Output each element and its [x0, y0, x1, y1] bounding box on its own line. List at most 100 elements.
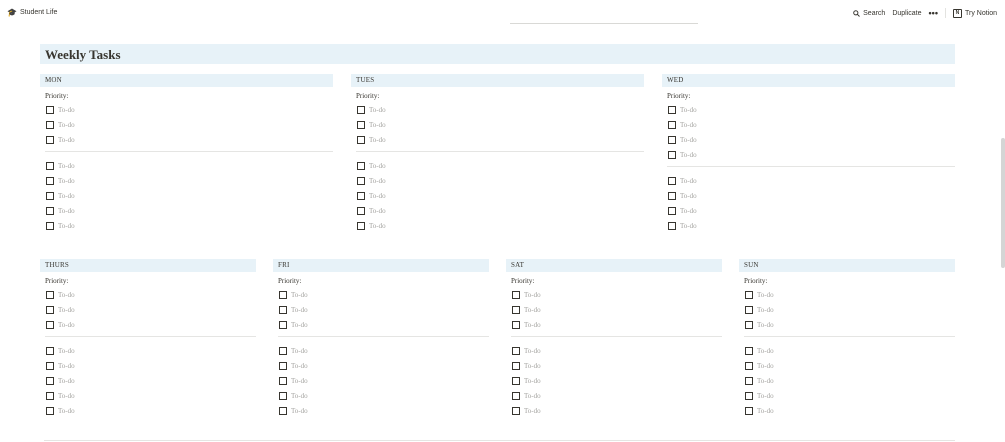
todo-checkbox[interactable]: [357, 135, 365, 144]
todo-checkbox[interactable]: [357, 176, 365, 185]
todo-placeholder[interactable]: To-do: [58, 347, 75, 355]
todo-placeholder[interactable]: To-do: [680, 192, 697, 200]
todo-placeholder[interactable]: To-do: [369, 121, 386, 129]
todo-placeholder[interactable]: To-do: [369, 136, 386, 144]
todo-placeholder[interactable]: To-do: [58, 192, 75, 200]
todo-placeholder[interactable]: To-do: [757, 407, 774, 415]
todo-checkbox[interactable]: [46, 105, 54, 114]
todo-item[interactable]: To-do: [40, 132, 333, 147]
duplicate-button[interactable]: Duplicate: [892, 10, 921, 17]
todo-placeholder[interactable]: To-do: [524, 347, 541, 355]
todo-checkbox[interactable]: [512, 320, 520, 329]
todo-checkbox[interactable]: [357, 120, 365, 129]
todo-checkbox[interactable]: [46, 391, 54, 400]
scrollbar[interactable]: [1001, 138, 1005, 268]
todo-placeholder[interactable]: To-do: [58, 207, 75, 215]
todo-checkbox[interactable]: [512, 290, 520, 299]
todo-checkbox[interactable]: [357, 206, 365, 215]
todo-item[interactable]: To-do: [351, 158, 644, 173]
todo-placeholder[interactable]: To-do: [291, 347, 308, 355]
todo-placeholder[interactable]: To-do: [58, 407, 75, 415]
todo-item[interactable]: To-do: [273, 358, 489, 373]
todo-placeholder[interactable]: To-do: [369, 177, 386, 185]
todo-checkbox[interactable]: [668, 176, 676, 185]
todo-item[interactable]: To-do: [40, 302, 256, 317]
todo-item[interactable]: To-do: [351, 117, 644, 132]
todo-placeholder[interactable]: To-do: [369, 207, 386, 215]
todo-item[interactable]: To-do: [273, 302, 489, 317]
todo-item[interactable]: To-do: [739, 302, 955, 317]
todo-item[interactable]: To-do: [273, 373, 489, 388]
todo-placeholder[interactable]: To-do: [680, 151, 697, 159]
todo-item[interactable]: To-do: [506, 317, 722, 332]
todo-checkbox[interactable]: [745, 361, 753, 370]
todo-checkbox[interactable]: [745, 305, 753, 314]
todo-item[interactable]: To-do: [40, 403, 256, 418]
todo-checkbox[interactable]: [512, 391, 520, 400]
todo-placeholder[interactable]: To-do: [680, 177, 697, 185]
todo-placeholder[interactable]: To-do: [58, 362, 75, 370]
todo-placeholder[interactable]: To-do: [524, 407, 541, 415]
todo-item[interactable]: To-do: [40, 188, 333, 203]
todo-placeholder[interactable]: To-do: [757, 347, 774, 355]
todo-placeholder[interactable]: To-do: [291, 392, 308, 400]
todo-checkbox[interactable]: [668, 150, 676, 159]
todo-checkbox[interactable]: [668, 191, 676, 200]
todo-checkbox[interactable]: [745, 391, 753, 400]
todo-checkbox[interactable]: [46, 305, 54, 314]
todo-placeholder[interactable]: To-do: [757, 291, 774, 299]
todo-placeholder[interactable]: To-do: [369, 106, 386, 114]
todo-placeholder[interactable]: To-do: [58, 136, 75, 144]
todo-item[interactable]: To-do: [662, 147, 955, 162]
todo-item[interactable]: To-do: [273, 317, 489, 332]
todo-checkbox[interactable]: [745, 290, 753, 299]
todo-checkbox[interactable]: [46, 361, 54, 370]
todo-checkbox[interactable]: [668, 120, 676, 129]
todo-checkbox[interactable]: [745, 376, 753, 385]
todo-item[interactable]: To-do: [662, 188, 955, 203]
todo-placeholder[interactable]: To-do: [680, 207, 697, 215]
todo-placeholder[interactable]: To-do: [680, 136, 697, 144]
todo-item[interactable]: To-do: [506, 403, 722, 418]
todo-item[interactable]: To-do: [40, 287, 256, 302]
todo-checkbox[interactable]: [279, 346, 287, 355]
todo-checkbox[interactable]: [46, 221, 54, 230]
todo-checkbox[interactable]: [46, 135, 54, 144]
todo-item[interactable]: To-do: [506, 287, 722, 302]
todo-placeholder[interactable]: To-do: [369, 192, 386, 200]
todo-item[interactable]: To-do: [506, 358, 722, 373]
todo-item[interactable]: To-do: [273, 388, 489, 403]
todo-placeholder[interactable]: To-do: [291, 321, 308, 329]
todo-checkbox[interactable]: [46, 176, 54, 185]
todo-item[interactable]: To-do: [506, 302, 722, 317]
todo-item[interactable]: To-do: [40, 173, 333, 188]
todo-item[interactable]: To-do: [662, 132, 955, 147]
todo-checkbox[interactable]: [279, 305, 287, 314]
todo-placeholder[interactable]: To-do: [524, 291, 541, 299]
try-notion-button[interactable]: N Try Notion: [952, 8, 997, 18]
todo-placeholder[interactable]: To-do: [524, 377, 541, 385]
todo-checkbox[interactable]: [668, 206, 676, 215]
todo-checkbox[interactable]: [512, 406, 520, 415]
todo-checkbox[interactable]: [279, 361, 287, 370]
todo-placeholder[interactable]: To-do: [680, 106, 697, 114]
todo-checkbox[interactable]: [279, 376, 287, 385]
todo-item[interactable]: To-do: [40, 218, 333, 233]
todo-item[interactable]: To-do: [351, 132, 644, 147]
todo-placeholder[interactable]: To-do: [291, 291, 308, 299]
todo-item[interactable]: To-do: [351, 188, 644, 203]
todo-item[interactable]: To-do: [662, 173, 955, 188]
todo-checkbox[interactable]: [357, 161, 365, 170]
todo-item[interactable]: To-do: [739, 403, 955, 418]
todo-checkbox[interactable]: [512, 305, 520, 314]
todo-checkbox[interactable]: [46, 406, 54, 415]
todo-item[interactable]: To-do: [506, 373, 722, 388]
todo-checkbox[interactable]: [279, 290, 287, 299]
todo-checkbox[interactable]: [279, 320, 287, 329]
todo-placeholder[interactable]: To-do: [369, 162, 386, 170]
todo-placeholder[interactable]: To-do: [524, 392, 541, 400]
todo-item[interactable]: To-do: [739, 388, 955, 403]
todo-placeholder[interactable]: To-do: [58, 306, 75, 314]
todo-item[interactable]: To-do: [40, 203, 333, 218]
todo-placeholder[interactable]: To-do: [58, 392, 75, 400]
